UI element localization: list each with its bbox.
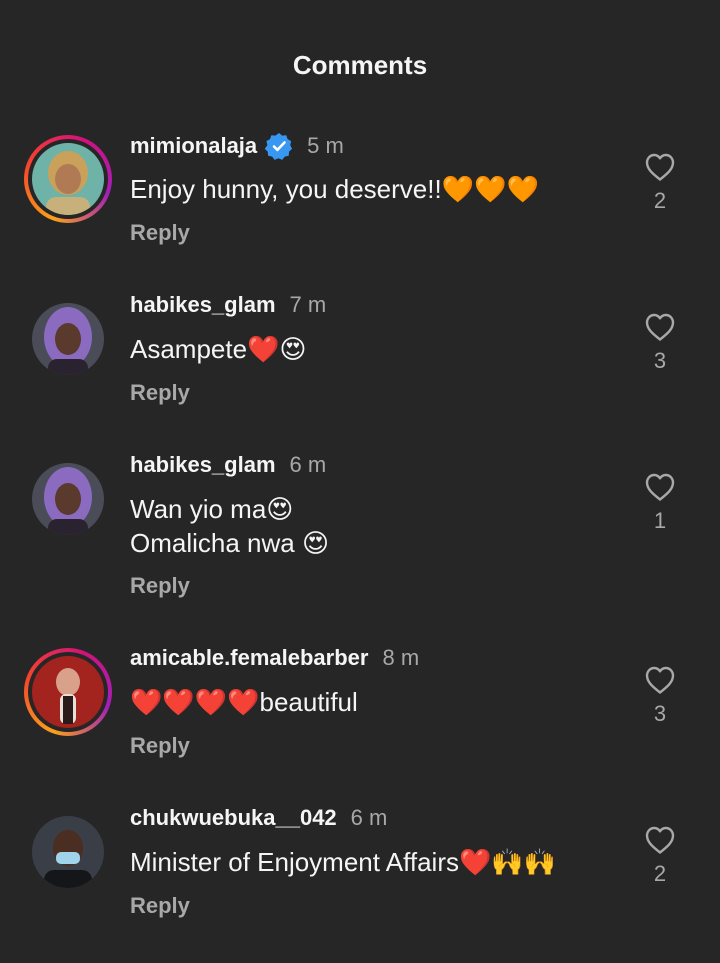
heart-outline-icon[interactable] (644, 825, 676, 855)
like-count: 2 (653, 188, 667, 213)
comment-time: 6 m (289, 452, 327, 477)
comment-text: Enjoy hunny, you deserve!!🧡🧡🧡 (130, 174, 539, 204)
avatar[interactable] (24, 455, 112, 543)
reply-button[interactable]: Reply (130, 573, 190, 599)
reply-button[interactable]: Reply (130, 893, 190, 919)
comment-time: 7 m (289, 292, 327, 317)
heart-outline-icon[interactable] (644, 472, 676, 502)
page-title: Comments (292, 50, 428, 80)
like-count: 1 (653, 508, 667, 533)
like-count: 3 (653, 348, 667, 373)
comment-text: Minister of Enjoyment Affairs❤️🙌🙌 (130, 847, 557, 877)
comment-username[interactable]: mimionalaja (130, 133, 257, 159)
comment-text: Wan yio ma😍 Omalicha nwa 😍 (130, 494, 330, 558)
avatar[interactable] (24, 295, 112, 383)
comment-time: 6 m (350, 805, 388, 830)
heart-outline-icon[interactable] (644, 152, 676, 182)
heart-outline-icon[interactable] (644, 312, 676, 342)
reply-button[interactable]: Reply (130, 220, 190, 246)
comment-time: 5 m (307, 133, 344, 158)
comment-text: Asampete❤️😍 (130, 334, 307, 364)
avatar[interactable] (24, 135, 112, 223)
like-count: 2 (653, 861, 667, 886)
comment-time: 8 m (382, 645, 420, 670)
reply-button[interactable]: Reply (130, 380, 190, 406)
comment-username[interactable]: chukwuebuka__042 (130, 805, 337, 831)
avatar[interactable] (24, 648, 112, 736)
reply-button[interactable]: Reply (130, 733, 190, 759)
comment-username[interactable]: amicable.femalebarber (130, 645, 368, 671)
like-count: 3 (653, 701, 667, 726)
heart-outline-icon[interactable] (644, 665, 676, 695)
comment-text: ❤️❤️❤️❤️beautiful (130, 687, 358, 717)
comment-username[interactable]: habikes_glam (130, 452, 276, 478)
avatar[interactable] (24, 808, 112, 896)
comment-username[interactable]: habikes_glam (130, 292, 276, 318)
verified-badge-icon (265, 132, 293, 160)
